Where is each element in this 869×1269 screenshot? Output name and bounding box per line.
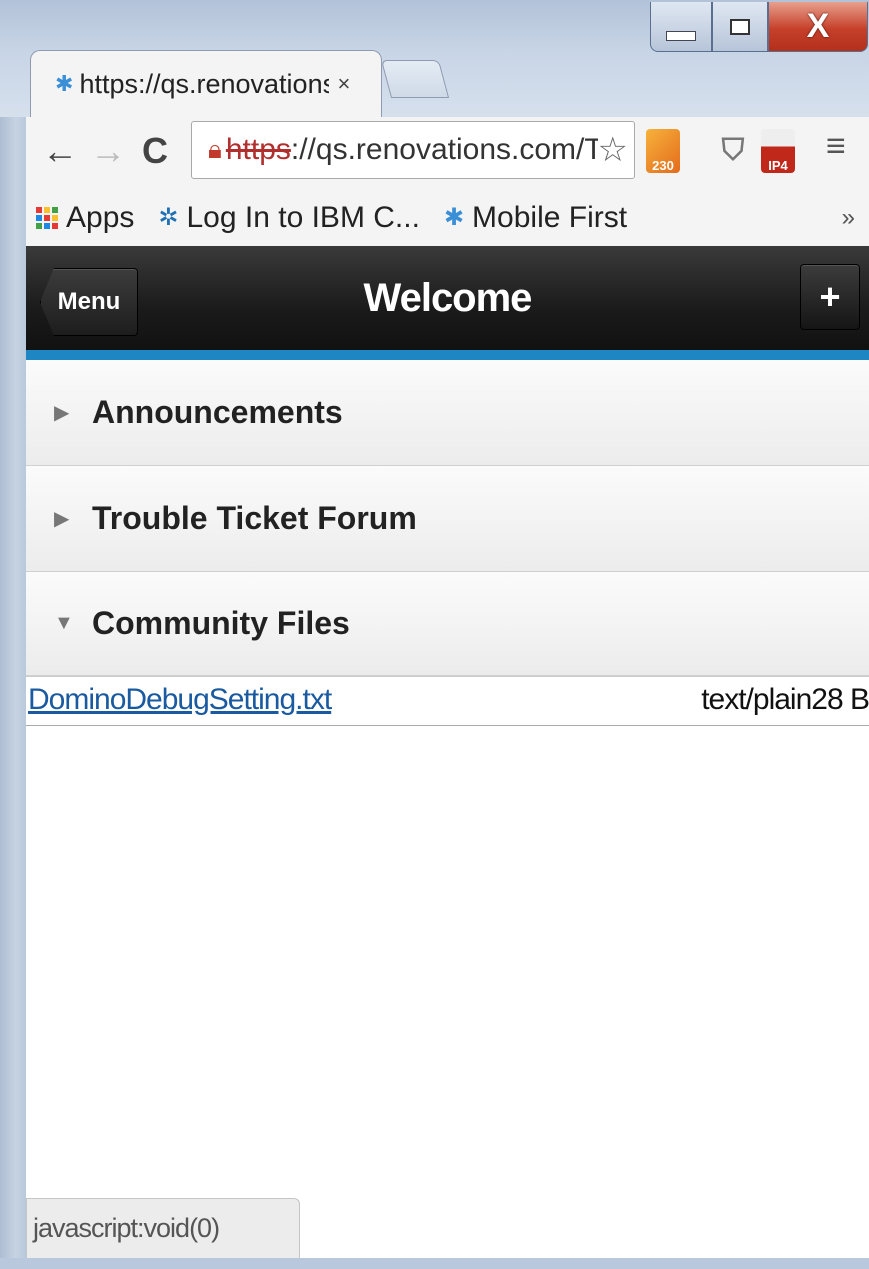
apps-grid-icon <box>36 206 58 229</box>
ghostery-extension-icon[interactable]: ⛉ <box>716 129 750 173</box>
maximize-button[interactable] <box>712 2 768 52</box>
section-announcements[interactable]: ▶ Announcements <box>26 360 869 466</box>
add-button[interactable]: + <box>800 264 860 330</box>
window-frame-left <box>0 0 26 1269</box>
section-community-files[interactable]: ▼ Community Files <box>26 572 869 676</box>
ip4-label: IP4 <box>768 158 788 173</box>
insecure-lock-icon[interactable]: 🔒︎ <box>208 134 222 166</box>
close-icon: X <box>806 7 830 45</box>
maximize-icon <box>730 18 750 35</box>
file-meta: text/plain28 B <box>701 683 869 716</box>
browser-titlebar: ✱ https://qs.renovations.com × X <box>0 0 869 117</box>
rss-count: 230 <box>652 158 674 173</box>
header-accent-bar <box>26 350 869 360</box>
address-bar[interactable]: 🔒︎ https ://qs.renovations.com/Ti ☆ <box>191 121 635 179</box>
browser-toolbar: ← → C 🔒︎ https ://qs.renovations.com/Ti … <box>26 117 869 189</box>
mobile-first-favicon-icon: ✱ <box>55 71 74 96</box>
new-tab-button[interactable] <box>380 60 450 98</box>
bookmark-label: Log In to IBM C... <box>186 200 420 234</box>
app-header: Menu Welcome + <box>26 246 869 360</box>
status-bubble: javascript:void(0) <box>26 1198 300 1258</box>
menu-button[interactable]: Menu <box>40 268 138 336</box>
minimize-icon <box>666 30 696 41</box>
forward-arrow-icon[interactable]: → <box>90 131 126 171</box>
close-window-button[interactable]: X <box>768 2 868 52</box>
browser-tab[interactable]: ✱ https://qs.renovations.com × <box>30 50 382 117</box>
rss-extension-icon[interactable]: 230 <box>646 129 680 173</box>
window-frame-bottom <box>0 1258 869 1269</box>
expanded-arrow-icon: ▼ <box>54 612 74 634</box>
section-label: Community Files <box>92 605 350 641</box>
reload-icon[interactable]: C <box>142 131 168 171</box>
bookmark-apps[interactable]: Apps <box>36 201 134 235</box>
url-scheme: https <box>225 133 291 166</box>
collapsed-arrow-icon: ▶ <box>54 402 70 424</box>
url-text: ://qs.renovations.com/Ti <box>290 133 609 166</box>
minimize-button[interactable] <box>650 2 712 52</box>
file-row: DominoDebugSetting.txt text/plain28 B <box>26 676 869 726</box>
mobile-first-icon: ✱ <box>443 204 465 231</box>
window-controls: X <box>650 2 868 58</box>
ip4-extension-icon[interactable]: IP4 <box>761 129 795 173</box>
bookmarks-bar: Apps ✲ Log In to IBM C... ✱ Mobile First… <box>26 189 869 246</box>
bookmarks-overflow-icon[interactable]: » <box>842 204 855 232</box>
section-trouble-ticket-forum[interactable]: ▶ Trouble Ticket Forum <box>26 466 869 572</box>
bookmark-ibm-connections[interactable]: ✲ Log In to IBM C... <box>158 201 420 235</box>
page-title: Welcome <box>363 276 533 320</box>
file-link[interactable]: DominoDebugSetting.txt <box>28 683 332 717</box>
tab-title: https://qs.renovations.com <box>79 68 330 99</box>
bookmark-label: Mobile First <box>472 200 628 234</box>
browser-menu-icon[interactable]: ≡ <box>826 127 846 166</box>
collapsed-arrow-icon: ▶ <box>54 508 70 530</box>
ibm-connections-icon: ✲ <box>158 204 179 231</box>
back-arrow-icon[interactable]: ← <box>42 131 78 171</box>
bookmark-mobile-first[interactable]: ✱ Mobile First <box>444 201 627 235</box>
bookmark-star-icon[interactable]: ☆ <box>597 130 628 170</box>
bookmark-label: Apps <box>66 200 135 234</box>
tab-close-icon[interactable]: × <box>337 71 350 97</box>
section-label: Trouble Ticket Forum <box>92 500 417 536</box>
section-label: Announcements <box>92 394 343 430</box>
